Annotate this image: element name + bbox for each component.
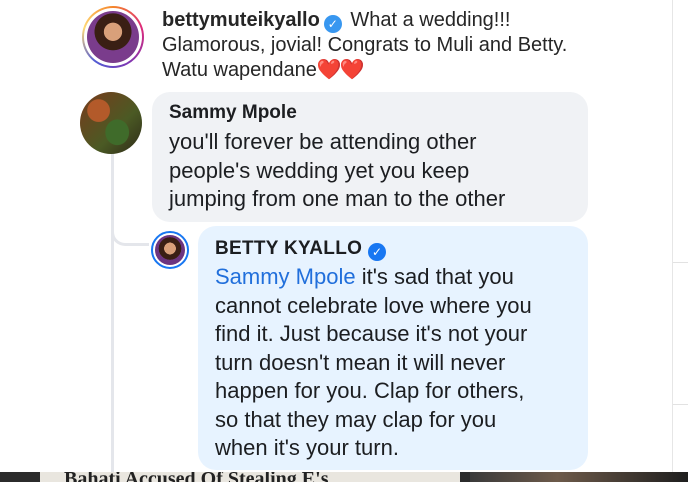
divider — [673, 262, 688, 263]
ig-avatar[interactable] — [82, 6, 144, 68]
ig-avatar-ring — [84, 8, 142, 66]
article-strip[interactable]: Bahati Accused Of Stealing E's — [0, 472, 688, 482]
commenter-name[interactable]: Sammy Mpole — [169, 101, 588, 125]
replier-name[interactable]: BETTY KYALLO — [215, 238, 362, 259]
replier-avatar-photo — [155, 235, 185, 265]
article-headline-box: Bahati Accused Of Stealing E's — [40, 472, 460, 482]
hearts-emoji: ❤️❤️ — [316, 59, 365, 81]
reply-line-rest: it's sad that you — [355, 264, 514, 289]
divider — [673, 404, 688, 405]
reply-line: Sammy Mpole it's sad that you — [215, 263, 588, 292]
replier-name-row: BETTY KYALLO ✓ — [215, 237, 588, 261]
commenter-avatar[interactable] — [80, 92, 142, 154]
reply-line: find it. Just because it's not your — [215, 321, 528, 346]
reply-line: cannot celebrate love where you — [215, 292, 532, 318]
comment-line: you'll forever be attending other — [169, 129, 477, 154]
reply-line: so that they may clap for you — [215, 406, 497, 432]
thread-connector — [111, 206, 149, 246]
comment-line: people's wedding yet you keep — [169, 157, 470, 183]
reply-text: Sammy Mpole it's sad that you cannot cel… — [215, 263, 588, 463]
article-thumbnail — [470, 472, 688, 482]
reply-bubble: BETTY KYALLO ✓ Sammy Mpole it's sad that … — [198, 226, 588, 470]
verified-badge-icon: ✓ — [368, 243, 387, 261]
right-edge-panel — [672, 0, 688, 472]
ig-username[interactable]: bettymuteikyallo — [162, 9, 320, 31]
reply-line: when it's your turn. — [215, 435, 399, 460]
ig-avatar-photo — [87, 11, 139, 63]
reply-line: turn doesn't mean it will never — [215, 349, 506, 375]
replier-avatar[interactable] — [151, 231, 189, 269]
comment-bubble: Sammy Mpole you'll forever be attending … — [152, 92, 588, 222]
ig-comment: bettymuteikyallo ✓ What a wedding!!! Glam… — [162, 8, 582, 83]
comment-text: you'll forever be attending other people… — [169, 128, 588, 214]
article-headline: Bahati Accused Of Stealing E's — [64, 472, 328, 482]
thread-line — [111, 152, 114, 472]
verified-badge-icon: ✓ — [323, 15, 342, 33]
reply-line: happen for you. Clap for others, — [215, 378, 525, 403]
comment-line: jumping from one man to the other — [169, 186, 506, 211]
mention-link[interactable]: Sammy Mpole — [215, 264, 356, 289]
